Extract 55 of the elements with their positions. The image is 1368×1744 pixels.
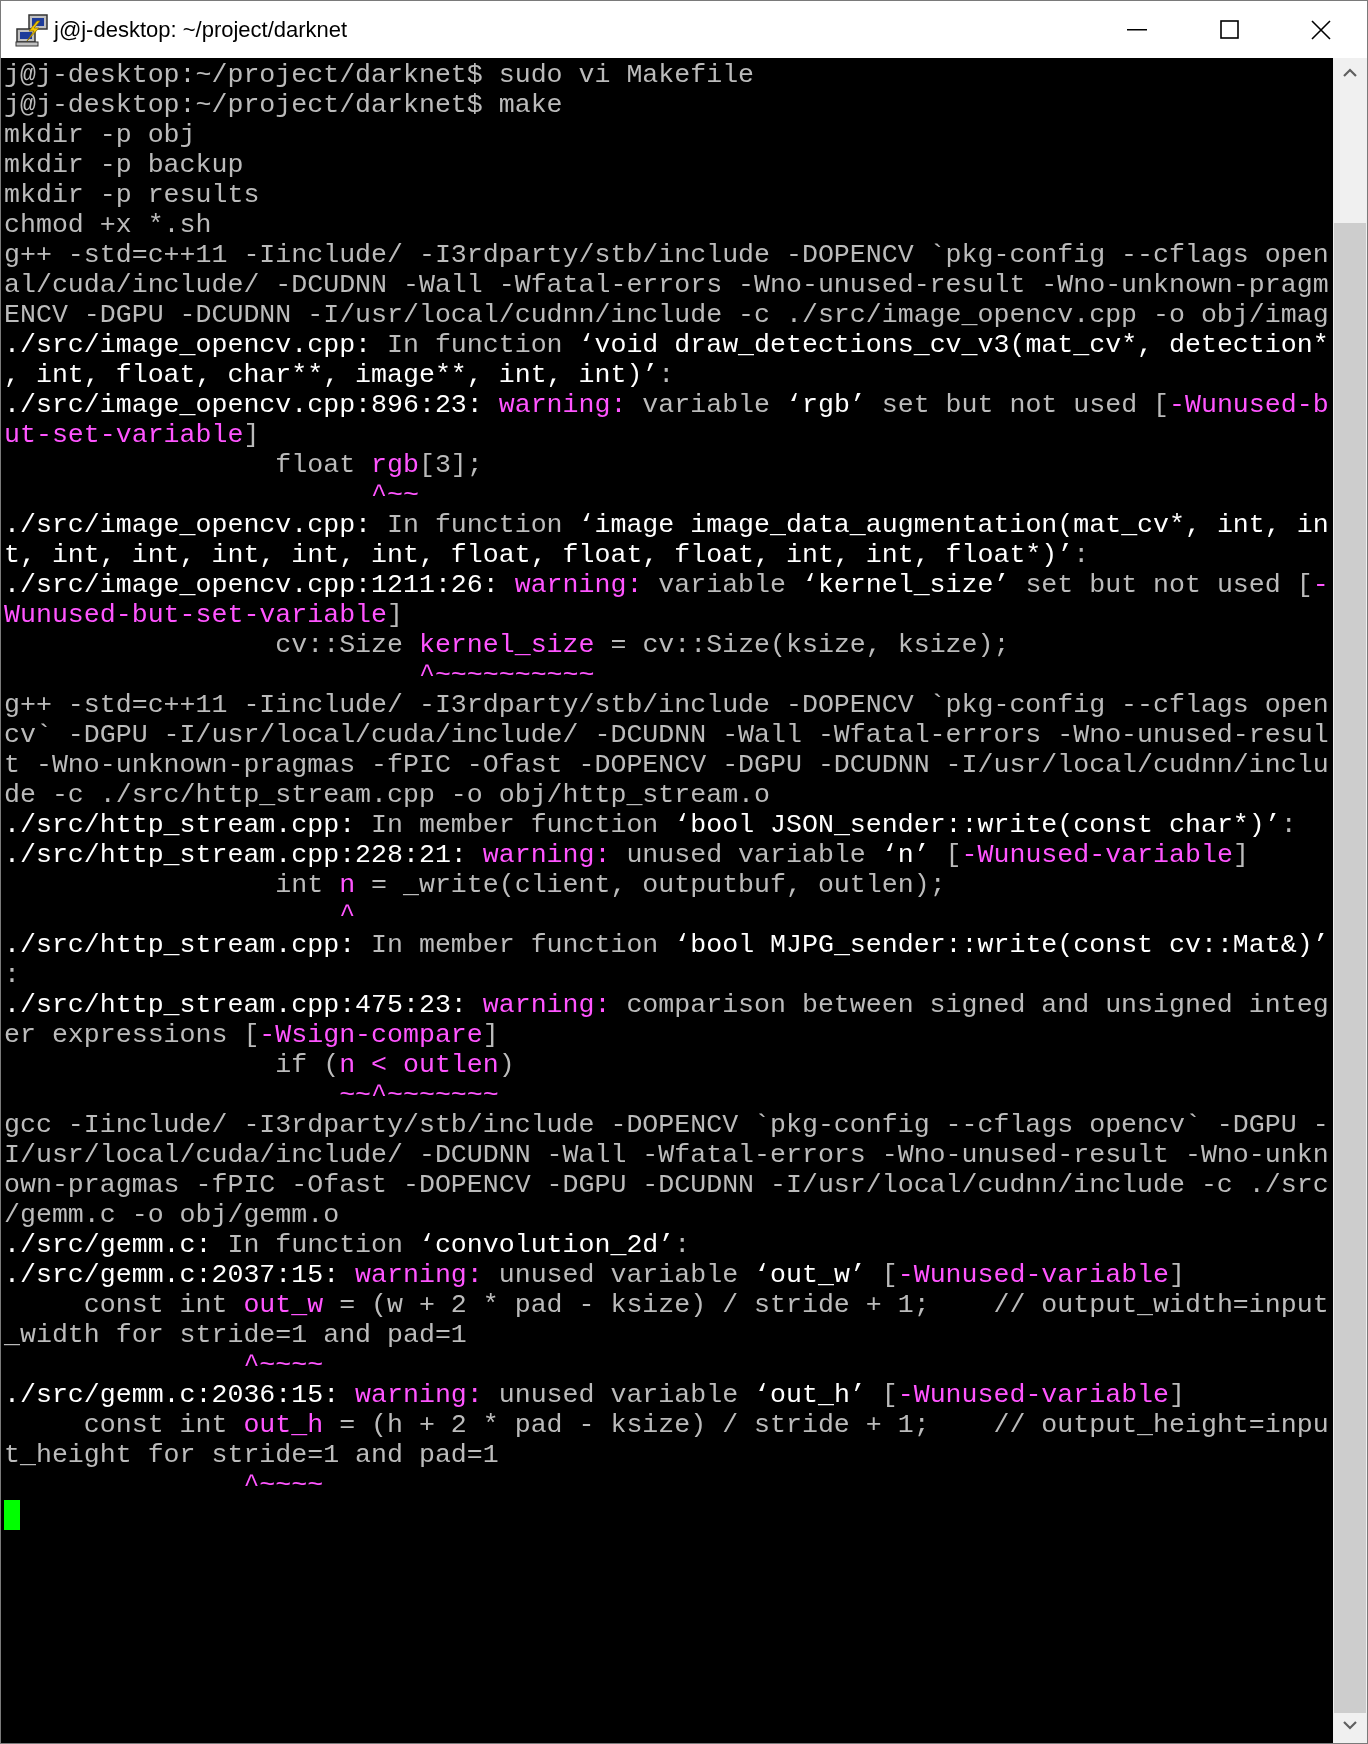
terminal-line: al/cuda/include/ -DCUDNN -Wall -Wfatal-errors -Wno-unused-result -Wno-unknown-pragm (4, 270, 1329, 300)
terminal-line: ./src/http_stream.cpp:228:21: warning: unused variable ‘n’ [-Wunused-variable] (4, 840, 1249, 870)
terminal-line: ut-set-variable] (4, 420, 260, 450)
terminal-line: er expressions [-Wsign-compare] (4, 1020, 499, 1050)
terminal-line: , int, float, char**, image**, int, int)’: (4, 360, 675, 390)
terminal-line: : (4, 960, 20, 990)
terminal-line: float rgb[3]; (274, 450, 483, 480)
terminal-line: j@j-desktop:~/project/darknet$ sudo vi Makefile (4, 60, 755, 90)
terminal-line: chmod +x *.sh (4, 210, 212, 240)
terminal-line: I/usr/local/cuda/include/ -DCUDNN -Wall -Wfatal-errors -Wno-unused-result -Wno-unkn (4, 1140, 1329, 1170)
terminal-line: j@j-desktop:~/project/darknet$ make (4, 90, 563, 120)
terminal-line: mkdir -p backup (4, 150, 244, 180)
terminal-line: ./src/http_stream.cpp:475:23: warning: comparison between signed and unsigned integ (4, 990, 1329, 1020)
terminal-line: ENCV -DGPU -DCUDNN -I/usr/local/cudnn/include -c ./src/image_opencv.cpp -o obj/imag (4, 300, 1329, 330)
terminal-line: ./src/http_stream.cpp: In member function ‘bool JSON_sender::write(const char*)’: (4, 810, 1297, 840)
terminal-line: ./src/image_opencv.cpp: In function ‘image image_data_augmentation(mat_cv*, int, in (4, 510, 1329, 540)
scrollbar[interactable] (1333, 58, 1367, 1743)
terminal-line: ./src/image_opencv.cpp: In function ‘void draw_detections_cv_v3(mat_cv*, detection* (4, 330, 1329, 360)
terminal-line: g++ -std=c++11 -Iinclude/ -I3rdparty/stb/include -DOPENCV `pkg-config --cflags open (4, 690, 1329, 720)
window-title: j@j-desktop: ~/project/darknet (54, 16, 348, 44)
terminal-line: ./src/gemm.c: In function ‘convolution_2d’: (4, 1230, 691, 1260)
terminal-line: ^~~~~ (242, 1350, 324, 1380)
terminal-line: cv` -DGPU -I/usr/local/cuda/include/ -DCUDNN -Wall -Wfatal-errors -Wno-unused-resul (4, 720, 1329, 750)
terminal-app-icon (15, 12, 51, 47)
terminal-line: _width for stride=1 and pad=1 (4, 1320, 467, 1350)
terminal-line: de -c ./src/http_stream.cpp -o obj/http_stream.o (4, 780, 771, 810)
minimize-icon (1127, 28, 1147, 31)
scrollbar-thumb[interactable] (1334, 223, 1366, 1713)
terminal-line: ^ (338, 900, 356, 930)
terminal-line: if (n < outlen) (274, 1050, 515, 1080)
terminal-line: t_height for stride=1 and pad=1 (4, 1440, 499, 1470)
terminal-line: ./src/image_opencv.cpp:896:23: warning: variable ‘rgb’ set but not used [-Wunused-b (4, 390, 1329, 420)
close-icon (1311, 19, 1331, 40)
terminal-line: ^~~~~~~~~~~ (417, 660, 595, 690)
terminal-line: int n = _write(client, outputbuf, outlen); (274, 870, 946, 900)
terminal-line: ./src/gemm.c:2037:15: warning: unused variable ‘out_w’ [-Wunused-variable] (4, 1260, 1185, 1290)
terminal-line: const int out_w = (w + 2 * pad - ksize) / stride + 1; // output_width=input (82, 1290, 1329, 1320)
terminal-line: t, int, int, int, int, int, float, float, float, int, int, float*)’: (4, 540, 1090, 570)
terminal-line: ^~~ (370, 480, 419, 510)
maximize-icon (1219, 20, 1239, 39)
terminal-line: const int out_h = (h + 2 * pad - ksize) / stride + 1; // output_height=inpu (82, 1410, 1329, 1440)
terminal-line: g++ -std=c++11 -Iinclude/ -I3rdparty/stb/include -DOPENCV `pkg-config --cflags open (4, 240, 1329, 270)
terminal-line: Wunused-but-set-variable] (4, 600, 403, 630)
terminal-line: mkdir -p results (4, 180, 260, 210)
terminal-line: mkdir -p obj (4, 120, 196, 150)
terminal-line: /gemm.c -o obj/gemm.o (4, 1200, 340, 1230)
terminal-line: ./src/image_opencv.cpp:1211:26: warning: variable ‘kernel_size’ set but not used [- (4, 570, 1329, 600)
terminal-line: cv::Size kernel_size = cv::Size(ksize, ksize); (274, 630, 1010, 660)
terminal-line: ^~~~~ (242, 1470, 324, 1500)
terminal-line: own-pragmas -fPIC -Ofast -DOPENCV -DGPU -DCUDNN -I/usr/local/cudnn/include -c ./src (4, 1170, 1329, 1200)
terminal-line: ./src/gemm.c:2036:15: warning: unused variable ‘out_h’ [-Wunused-variable] (4, 1380, 1185, 1410)
terminal-line: ~~^~~~~~~~ (338, 1080, 499, 1110)
terminal-line: ./src/http_stream.cpp: In member function ‘bool MJPG_sender::write(const cv::Mat&)’ (4, 930, 1329, 960)
terminal-line: t -Wno-unknown-pragmas -fPIC -Ofast -DOPENCV -DGPU -DCUDNN -I/usr/local/cudnn/inclu (4, 750, 1329, 780)
terminal-line: gcc -Iinclude/ -I3rdparty/stb/include -DOPENCV `pkg-config --cflags opencv` -DGPU - (4, 1110, 1329, 1140)
